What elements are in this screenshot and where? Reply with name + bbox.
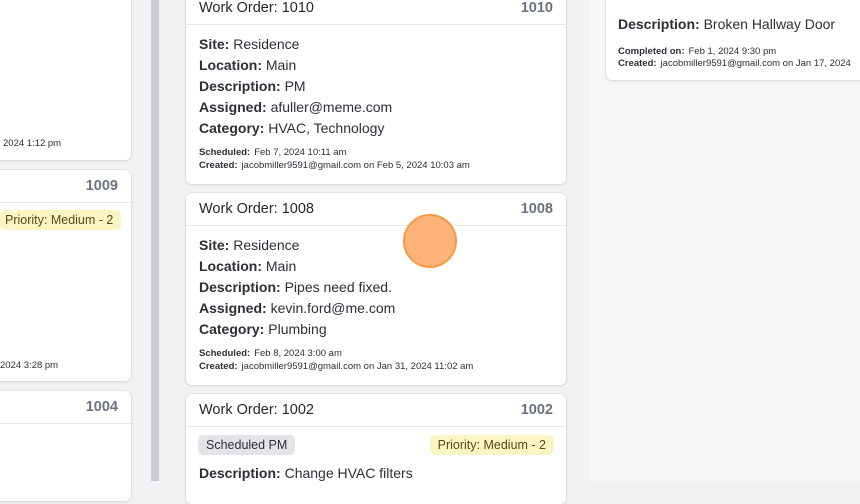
column-scrollbar[interactable] <box>151 0 159 481</box>
scheduled-row: Scheduled:Feb 7, 2024 10:11 am <box>199 147 553 160</box>
work-order-number: 1009 <box>86 178 118 194</box>
assigned-row: Assigned: afuller@meme.com <box>199 97 553 118</box>
scheduled-row: Scheduled:Feb 8, 2024 3:00 am <box>199 348 553 361</box>
card-created-tail: 2024 1:12 pm <box>3 138 61 149</box>
category-row: Category: HVAC, Technology <box>199 118 553 139</box>
location-row: Location: Main <box>199 256 553 277</box>
work-order-card[interactable]: Description: Broken Hallway Door Complet… <box>606 0 860 80</box>
work-order-card-1010[interactable]: Work Order: 1010 1010 Site: Residence Lo… <box>186 0 566 184</box>
work-order-type-badge: Scheduled PM <box>198 435 295 455</box>
completed-row: Completed on:Feb 1, 2024 9:30 pm <box>618 46 776 59</box>
middle-column: Work Order: 1010 1010 Site: Residence Lo… <box>171 0 581 481</box>
location-row: Location: Main <box>199 55 553 76</box>
work-order-card[interactable]: 1009 Priority: Medium - 2 2024 3:28 pm <box>0 170 131 381</box>
work-order-title: Work Order: 1008 <box>199 201 314 217</box>
card-created-tail: 2024 3:28 pm <box>0 360 58 371</box>
work-order-number: 1004 <box>86 399 118 415</box>
work-order-number: 1002 <box>521 402 553 418</box>
work-order-number: 1008 <box>521 201 553 217</box>
description-row: Description: Pipes need fixed. <box>199 277 553 298</box>
description-row: Description: Change HVAC filters <box>186 455 566 484</box>
site-row: Site: Residence <box>199 34 553 55</box>
work-order-card[interactable]: 2024 1:12 pm <box>0 0 131 160</box>
right-column: Description: Broken Hallway Door Complet… <box>590 0 860 481</box>
work-order-title: Work Order: 1010 <box>199 0 314 16</box>
cursor-click-indicator <box>403 214 457 268</box>
description-row: Description: PM <box>199 76 553 97</box>
work-order-card-1008[interactable]: Work Order: 1008 1008 Site: Residence Lo… <box>186 193 566 385</box>
category-row: Category: Plumbing <box>199 319 553 340</box>
description-row: Description: Broken Hallway Door <box>618 14 835 35</box>
created-row: Created:jacobmiller9591@gmail.com on Jan… <box>618 58 851 71</box>
priority-badge: Priority: Medium - 2 <box>430 435 554 455</box>
assigned-row: Assigned: kevin.ford@me.com <box>199 298 553 319</box>
work-order-card-1002[interactable]: Work Order: 1002 1002 Scheduled PM Prior… <box>186 394 566 504</box>
created-row: Created:jacobmiller9591@gmail.com on Jan… <box>199 361 553 374</box>
priority-badge: Priority: Medium - 2 <box>0 210 121 230</box>
work-order-card[interactable]: 1004 <box>0 391 131 501</box>
created-row: Created:jacobmiller9591@gmail.com on Feb… <box>199 160 553 173</box>
left-column: 2024 1:12 pm 1009 Priority: Medium - 2 2… <box>0 0 143 481</box>
site-row: Site: Residence <box>199 235 553 256</box>
work-order-number: 1010 <box>521 0 553 16</box>
work-order-title: Work Order: 1002 <box>199 402 314 418</box>
